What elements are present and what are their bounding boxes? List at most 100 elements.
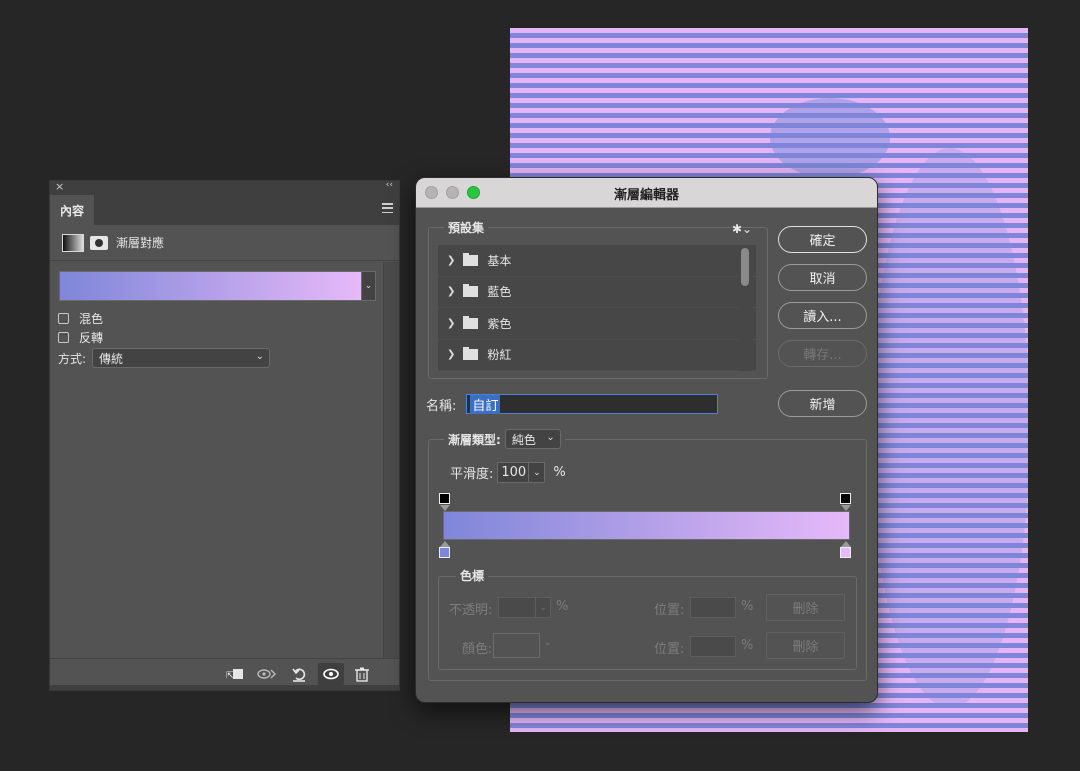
folder-icon [463, 284, 479, 298]
smoothness-value: 100 [501, 465, 527, 480]
ok-button[interactable]: 確定 [778, 226, 867, 253]
chevron-right-icon[interactable]: ❯ [447, 286, 455, 297]
opacity-percent: % [556, 599, 569, 614]
name-label: 名稱: [426, 398, 457, 414]
opacity-input[interactable] [498, 597, 536, 618]
gradient-bar[interactable] [443, 511, 850, 540]
reverse-checkbox[interactable] [58, 332, 69, 343]
layer-mask-icon[interactable] [90, 235, 108, 250]
presets-legend: 預設集 [444, 219, 489, 236]
chevron-right-icon[interactable]: ❯ [447, 349, 455, 360]
dither-row: 混色 [58, 310, 103, 327]
preset-folder[interactable]: ❯ 紫色 [438, 308, 756, 340]
panel-scrollbar[interactable] [383, 262, 399, 658]
method-label: 方式: [58, 351, 87, 366]
chevron-down-icon: ⌄ [364, 281, 373, 291]
color-stop-left[interactable] [439, 547, 450, 558]
svg-text:⇱: ⇱ [226, 671, 234, 681]
preset-folder-label: 基本 [487, 253, 512, 268]
dialog-title: 漸層編輯器 [613, 188, 679, 203]
color-location-label: 位置: [654, 642, 685, 657]
method-select[interactable]: 傳統 ⌄ [92, 348, 271, 368]
chevron-down-icon: ⌄ [544, 638, 552, 648]
presets-scrollbar[interactable] [738, 245, 752, 371]
preset-folder-label: 粉紅 [487, 348, 512, 363]
close-icon[interactable]: × [55, 180, 64, 193]
method-value: 傳統 [99, 351, 124, 366]
properties-panel: × ‹‹ 內容 漸層對應 ⌄ 混色 反轉 方式: 傳統 ⌄ ⇱ [49, 180, 400, 691]
collapse-icon[interactable]: ‹‹ [386, 180, 393, 190]
preset-folder[interactable]: ❯ 粉紅 [438, 340, 756, 371]
gradient-map-icon[interactable] [62, 233, 84, 252]
smoothness-dropdown[interactable]: ⌄ [529, 462, 546, 483]
color-swatch[interactable] [493, 633, 540, 658]
opacity-label: 不透明: [449, 603, 493, 618]
save-button[interactable]: 轉存... [778, 340, 867, 367]
presets-scroll-thumb[interactable] [741, 248, 749, 286]
preset-folder-label: 藍色 [487, 285, 512, 300]
gradient-editor-dialog: 漸層編輯器 預設集 ✱⌄ ❯ 基本 ❯ 藍色 ❯ 紫色 ❯ 粉紅 確定 取消 讀… [415, 177, 878, 703]
name-value: 自訂 [470, 394, 501, 414]
reverse-label: 反轉 [79, 331, 104, 345]
opacity-location-percent: % [741, 599, 754, 614]
presets-gear-icon[interactable]: ✱⌄ [732, 222, 752, 236]
dialog-titlebar[interactable]: 漸層編輯器 [416, 178, 877, 208]
opacity-stop-left[interactable] [439, 493, 450, 504]
name-input[interactable]: 自訂 [466, 394, 719, 414]
canvas-shape-right [870, 148, 1028, 708]
gradient-type-label: 漸層類型: [448, 432, 501, 447]
clip-to-layer-icon[interactable]: ⇱ [222, 663, 248, 685]
layer-type-label: 漸層對應 [116, 236, 165, 250]
delete-color-stop-button[interactable]: 刪除 [766, 632, 845, 659]
stops-legend: 色標 [456, 567, 489, 584]
load-button[interactable]: 讀入... [778, 302, 867, 329]
new-button[interactable]: 新增 [778, 390, 867, 417]
layer-header: 漸層對應 [50, 225, 399, 261]
view-previous-state-icon[interactable] [254, 663, 280, 685]
folder-icon [463, 347, 479, 361]
panel-topbar: × ‹‹ [50, 180, 399, 195]
smoothness-label: 平滑度: [450, 467, 494, 482]
gradient-type-value: 純色 [511, 432, 536, 447]
reset-icon[interactable] [286, 663, 312, 685]
opacity-dropdown[interactable]: ⌄ [535, 597, 551, 618]
opacity-location-label: 位置: [654, 603, 685, 618]
dither-label: 混色 [79, 312, 104, 326]
preset-folder-label: 紫色 [487, 316, 512, 331]
visibility-eye-icon[interactable] [318, 663, 344, 685]
canvas-shape-top [770, 98, 890, 178]
color-location-input[interactable] [690, 636, 736, 657]
cancel-button[interactable]: 取消 [778, 264, 867, 291]
chevron-down-icon: ⌄ [255, 351, 265, 362]
color-label: 顏色: [462, 642, 493, 657]
folder-icon [463, 252, 479, 266]
preset-folder[interactable]: ❯ 藍色 [438, 277, 756, 308]
gradient-type-select[interactable]: 純色 ⌄ [504, 429, 561, 449]
preset-folder[interactable]: ❯ 基本 [438, 245, 756, 277]
dither-checkbox[interactable] [58, 313, 69, 324]
gradient-type-legend: 漸層類型: 純色 ⌄ [444, 429, 565, 449]
panel-footer-edge [50, 685, 399, 690]
chevron-down-icon: ⌄ [546, 432, 555, 443]
gradient-dropdown-button[interactable]: ⌄ [361, 271, 376, 301]
trash-icon[interactable] [349, 663, 375, 685]
smoothness-input[interactable]: 100 [497, 462, 530, 483]
method-row: 方式: 傳統 ⌄ [58, 348, 271, 368]
smoothness-row: 平滑度: 100 ⌄ % [450, 462, 566, 483]
panel-footer: ⇱ [50, 658, 399, 690]
panel-body: ⌄ 混色 反轉 方式: 傳統 ⌄ [50, 262, 384, 658]
gradient-preview[interactable] [59, 271, 362, 301]
opacity-stop-right[interactable] [840, 493, 851, 504]
presets-list: ❯ 基本 ❯ 藍色 ❯ 紫色 ❯ 粉紅 [438, 245, 756, 371]
chevron-right-icon[interactable]: ❯ [447, 318, 455, 329]
reverse-row: 反轉 [58, 329, 103, 346]
opacity-location-input[interactable] [690, 597, 736, 618]
panel-menu-icon[interactable] [382, 203, 393, 213]
color-stop-right[interactable] [840, 547, 851, 558]
delete-opacity-stop-button[interactable]: 刪除 [766, 594, 845, 621]
tab-properties[interactable]: 內容 [50, 195, 94, 225]
smoothness-percent: % [553, 465, 566, 480]
panel-tabs: 內容 [50, 195, 399, 225]
chevron-right-icon[interactable]: ❯ [447, 255, 455, 266]
folder-icon [463, 315, 479, 329]
